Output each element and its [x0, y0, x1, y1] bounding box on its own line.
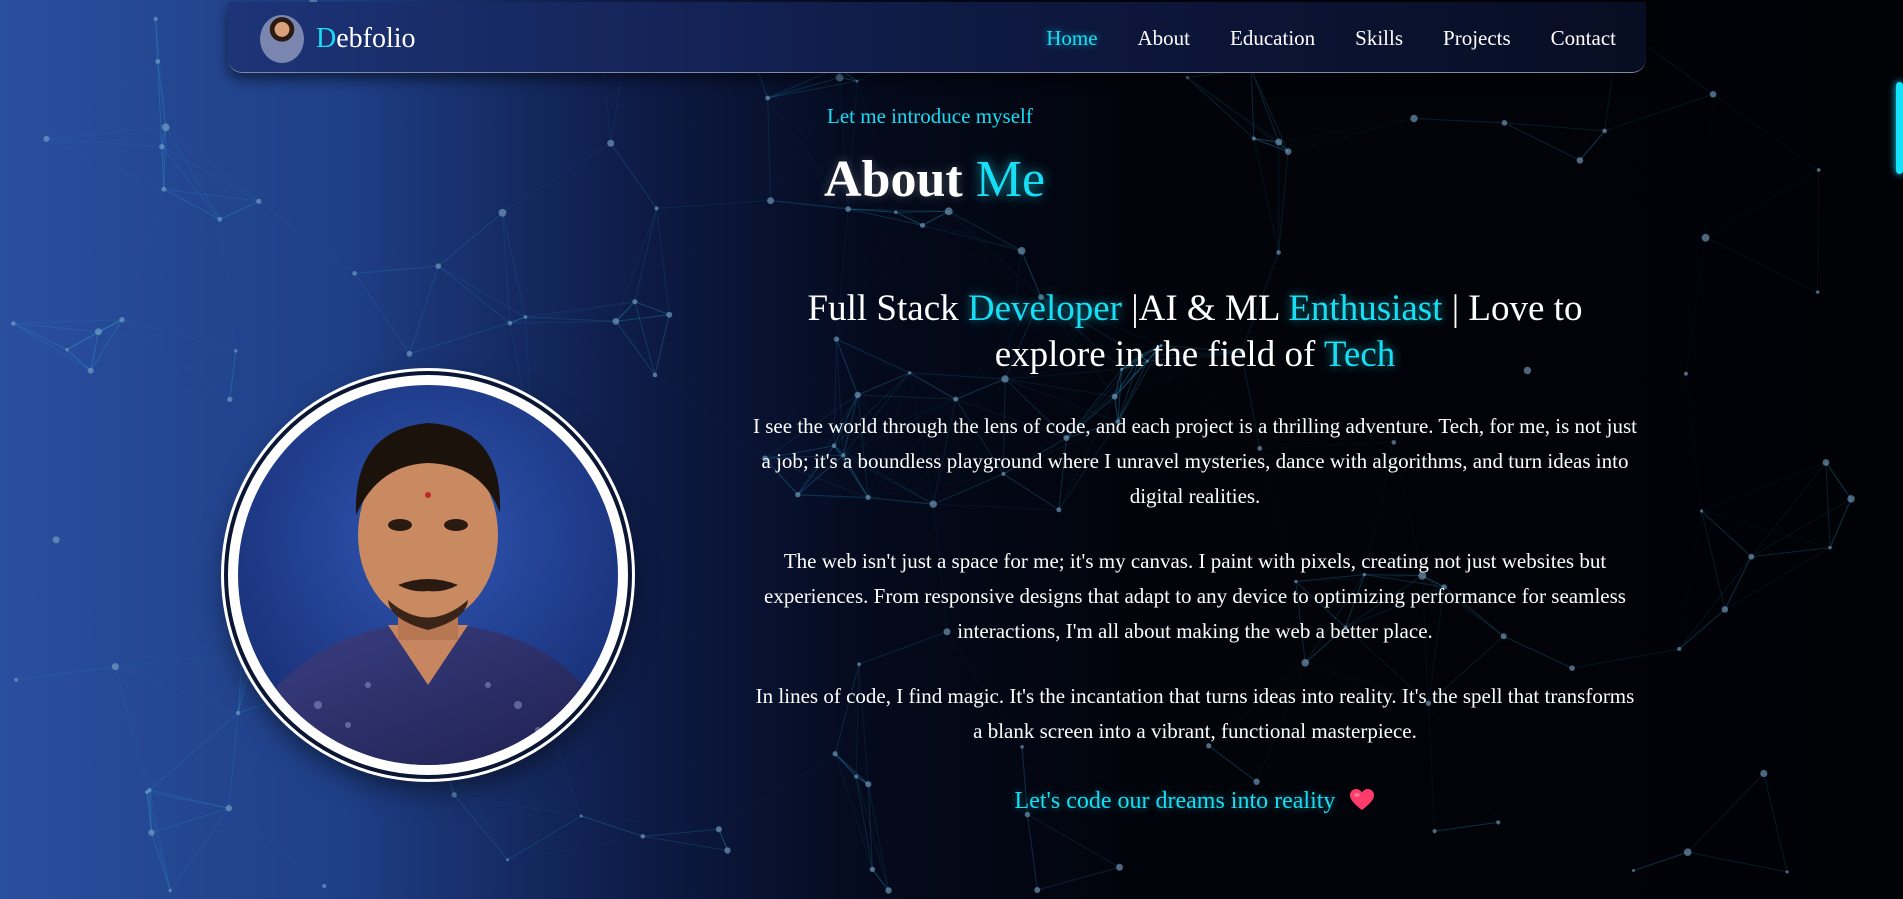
nav-contact[interactable]: Contact	[1551, 26, 1616, 51]
nav-projects[interactable]: Projects	[1443, 26, 1511, 51]
section-title: About Me	[824, 151, 1046, 208]
navbar: Debfolio Home About Education Skills Pro…	[228, 2, 1646, 73]
about-paragraph-2: The web isn't just a space for me; it's …	[764, 549, 1626, 643]
scrollbar-thumb[interactable]	[1896, 82, 1903, 174]
brand-logo[interactable]: Debfolio	[260, 15, 416, 63]
brand-avatar	[260, 15, 304, 63]
brand-name: Debfolio	[316, 23, 416, 54]
nav-skills[interactable]: Skills	[1355, 26, 1403, 51]
nav-about[interactable]: About	[1138, 26, 1191, 51]
nav-education[interactable]: Education	[1230, 26, 1315, 51]
profile-photo	[228, 375, 628, 775]
nav-links: Home About Education Skills Projects Con…	[1006, 26, 1616, 51]
about-paragraph-3: In lines of code, I find magic. It's the…	[755, 684, 1635, 743]
tagline: Full Stack Developer |AI & ML Enthusiast…	[807, 288, 1583, 375]
about-paragraph-1: I see the world through the lens of code…	[753, 414, 1637, 508]
section-intro: Let me introduce myself	[827, 104, 1033, 128]
cta-text: Let's code our dreams into reality	[750, 784, 1640, 815]
heart-icon	[1349, 788, 1375, 819]
nav-home[interactable]: Home	[1046, 26, 1097, 51]
